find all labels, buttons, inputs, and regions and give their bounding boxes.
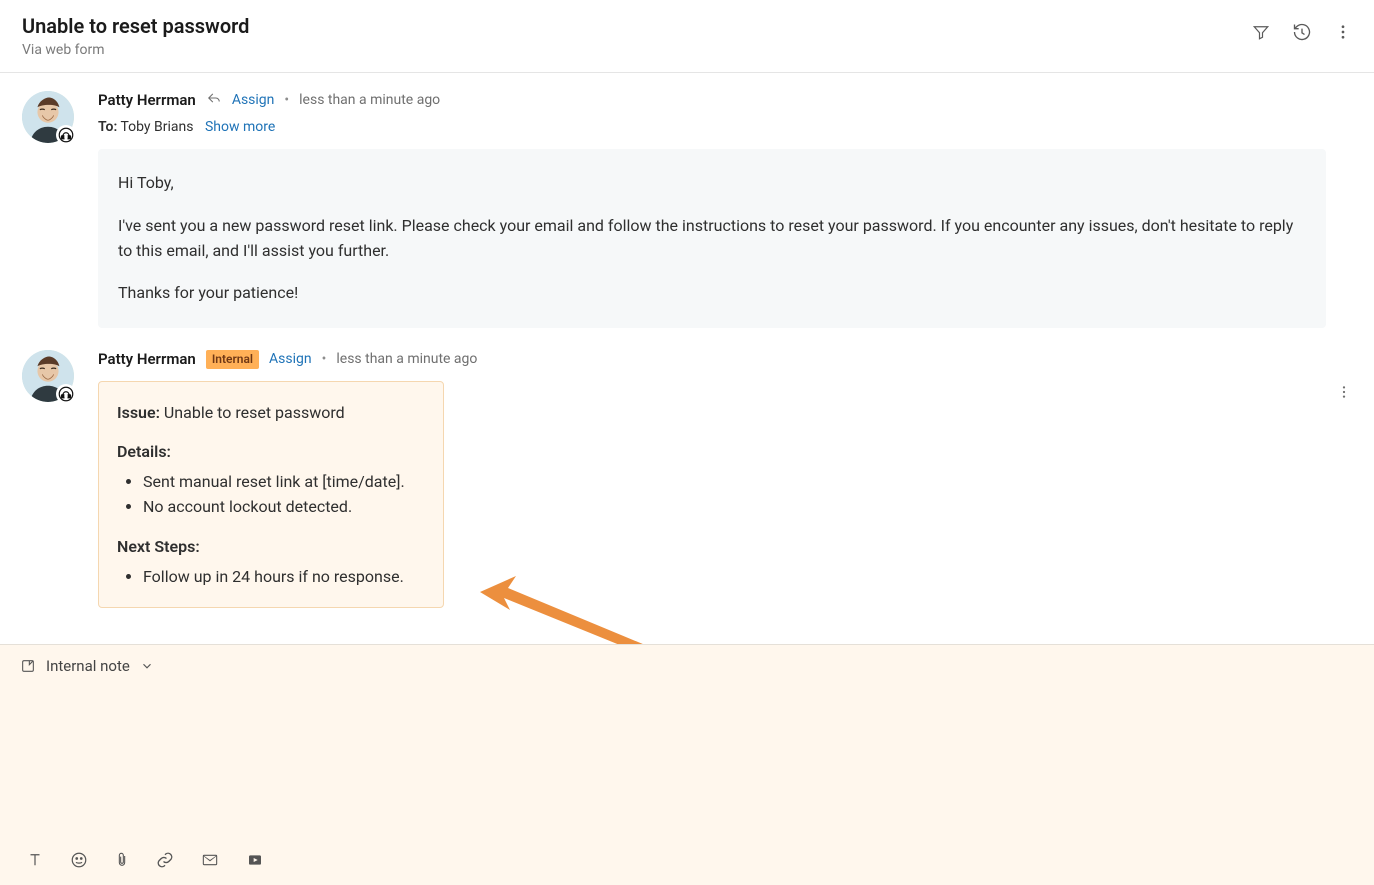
avatar xyxy=(22,350,74,402)
conversation-thread: Patty Herrman Assign • less than a minut… xyxy=(0,73,1374,616)
link-icon[interactable] xyxy=(156,851,174,869)
composer-mode-selector[interactable]: Internal note xyxy=(0,645,1374,687)
more-icon[interactable] xyxy=(1334,23,1352,41)
note-nextsteps-list: Follow up in 24 hours if no response. xyxy=(143,564,425,590)
ticket-title: Unable to reset password xyxy=(22,14,249,38)
separator-dot: • xyxy=(322,351,327,367)
ticket-header: Unable to reset password Via web form xyxy=(0,0,1374,73)
attachment-icon[interactable] xyxy=(114,851,130,869)
agent-badge-icon xyxy=(56,125,76,145)
internal-badge: Internal xyxy=(206,350,259,368)
macro-icon[interactable] xyxy=(246,852,264,868)
email-icon[interactable] xyxy=(200,852,220,868)
reply-paragraph: Hi Toby, xyxy=(118,171,1306,196)
agent-badge-icon xyxy=(56,384,76,404)
avatar xyxy=(22,91,74,143)
list-item: Sent manual reset link at [time/date]. xyxy=(143,469,425,495)
to-name: Toby Brians xyxy=(120,119,193,135)
reply-paragraph: I've sent you a new password reset link.… xyxy=(118,214,1306,264)
reply-content: Hi Toby, I've sent you a new password re… xyxy=(98,149,1326,328)
chevron-down-icon xyxy=(140,659,154,673)
sender-name: Patty Herrman xyxy=(98,350,196,368)
note-nextsteps-label: Next Steps: xyxy=(117,534,425,560)
note-issue-label: Issue: xyxy=(117,403,160,422)
sender-name: Patty Herrman xyxy=(98,91,196,109)
show-more-link[interactable]: Show more xyxy=(205,119,275,135)
message-internal-note: Patty Herrman Internal Assign • less tha… xyxy=(0,342,1374,616)
message-meta: Patty Herrman Assign • less than a minut… xyxy=(98,91,1352,109)
history-icon[interactable] xyxy=(1292,22,1312,42)
note-details-label: Details: xyxy=(117,439,425,465)
composer: Internal note xyxy=(0,644,1374,885)
list-item: Follow up in 24 hours if no response. xyxy=(143,564,425,590)
ticket-source: Via web form xyxy=(22,42,249,58)
internal-note-content: Issue: Unable to reset password Details:… xyxy=(98,381,444,609)
filter-icon[interactable] xyxy=(1252,23,1270,41)
assign-link[interactable]: Assign xyxy=(232,92,275,108)
message-public-reply: Patty Herrman Assign • less than a minut… xyxy=(0,83,1374,336)
message-meta: Patty Herrman Internal Assign • less tha… xyxy=(98,350,1352,368)
ticket-header-left: Unable to reset password Via web form xyxy=(22,14,249,58)
reply-icon xyxy=(206,91,222,109)
message-body: Patty Herrman Internal Assign • less tha… xyxy=(98,350,1352,608)
note-details-list: Sent manual reset link at [time/date]. N… xyxy=(143,469,425,520)
separator-dot: • xyxy=(284,92,289,108)
composer-toolbar xyxy=(0,841,1374,885)
list-item: No account lockout detected. xyxy=(143,494,425,520)
note-issue-text: Unable to reset password xyxy=(164,403,345,422)
to-label: To: xyxy=(98,119,117,135)
message-body: Patty Herrman Assign • less than a minut… xyxy=(98,91,1352,328)
ticket-header-actions xyxy=(1252,14,1352,42)
reply-paragraph: Thanks for your patience! xyxy=(118,281,1306,306)
message-more-icon[interactable] xyxy=(1336,384,1352,404)
note-icon xyxy=(20,658,36,674)
emoji-icon[interactable] xyxy=(70,851,88,869)
composer-mode-label: Internal note xyxy=(46,657,130,675)
message-timestamp: less than a minute ago xyxy=(336,351,477,367)
message-timestamp: less than a minute ago xyxy=(299,92,440,108)
assign-link[interactable]: Assign xyxy=(269,351,312,367)
text-format-icon[interactable] xyxy=(26,851,44,869)
recipients-line: To: Toby Brians Show more xyxy=(98,119,1352,135)
